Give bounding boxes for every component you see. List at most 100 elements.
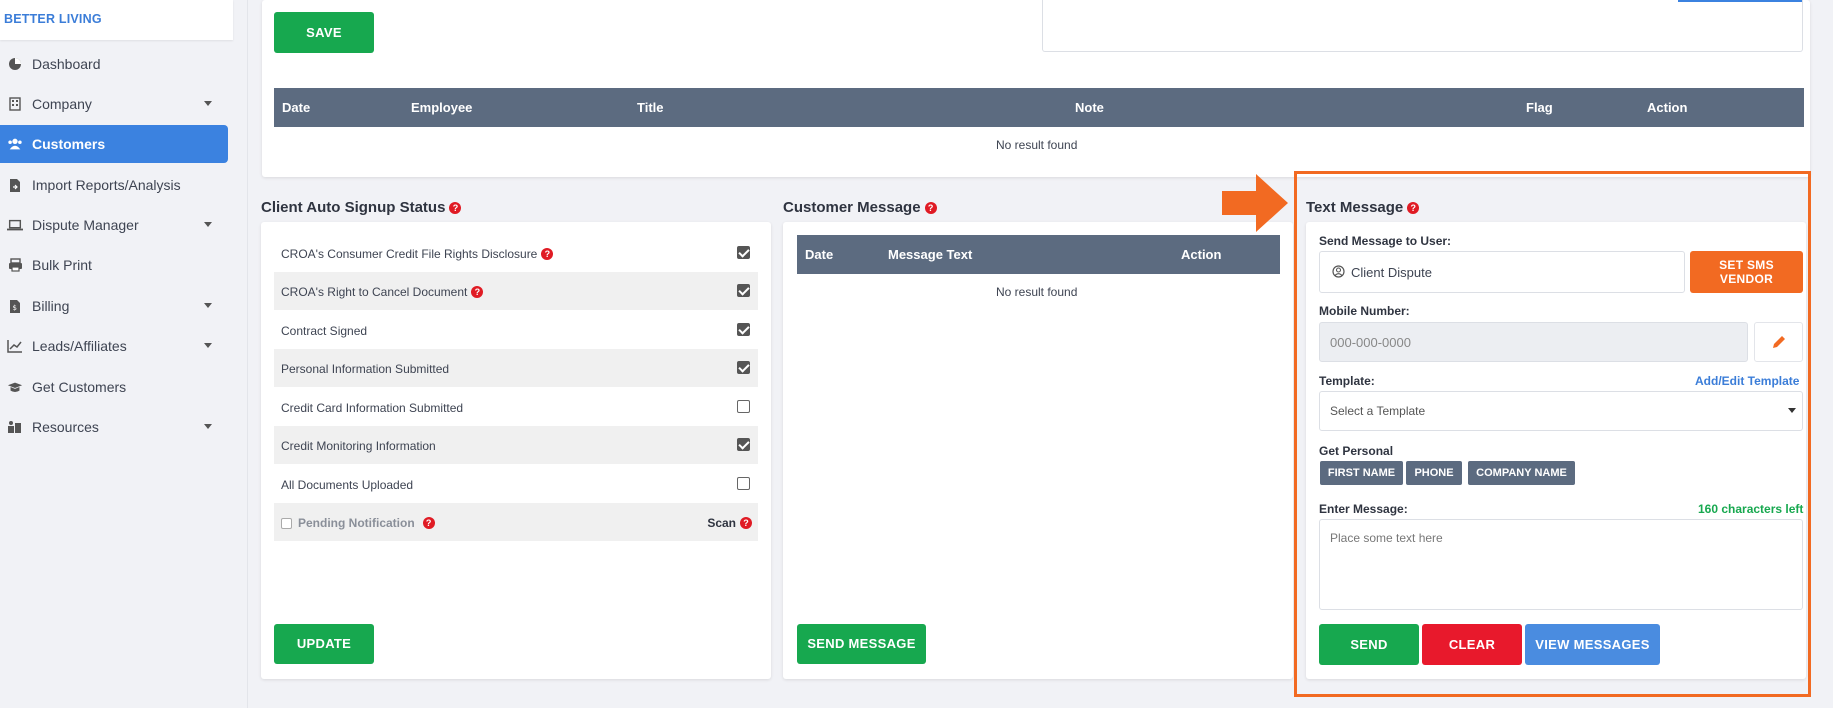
signup-checkbox[interactable] bbox=[737, 246, 750, 259]
add-edit-template-link[interactable]: Add/Edit Template bbox=[1695, 374, 1799, 388]
help-icon[interactable]: ? bbox=[740, 517, 752, 529]
message-placeholder: Place some text here bbox=[1330, 531, 1443, 545]
users-icon bbox=[7, 136, 23, 152]
col-date: Date bbox=[805, 247, 834, 262]
sidebar-item-label: Billing bbox=[32, 298, 70, 314]
template-value: Select a Template bbox=[1330, 404, 1426, 418]
note-textarea[interactable] bbox=[1042, 0, 1803, 52]
pending-label: Pending Notification bbox=[298, 516, 415, 530]
signup-row-label: All Documents Uploaded bbox=[281, 478, 414, 492]
sidebar-item-company[interactable]: Company bbox=[0, 85, 228, 123]
signup-row: CROA's Right to Cancel Document? bbox=[274, 272, 758, 310]
file-import-icon bbox=[7, 177, 23, 193]
signup-row-label: Personal Information Submitted bbox=[281, 362, 450, 376]
brand-bar: BETTER LIVING bbox=[0, 0, 233, 40]
scan-link[interactable]: Scan ? bbox=[707, 516, 752, 530]
signup-checkbox[interactable] bbox=[737, 477, 750, 490]
dashboard-icon bbox=[7, 56, 23, 72]
help-icon[interactable]: ? bbox=[1407, 201, 1420, 214]
edit-mobile-button[interactable] bbox=[1754, 322, 1803, 362]
chevron-down-icon bbox=[204, 222, 212, 227]
sidebar-item-dashboard[interactable]: Dashboard bbox=[0, 45, 228, 83]
scroll-indicator bbox=[1678, 0, 1802, 2]
pencil-icon bbox=[1772, 336, 1785, 348]
signup-checkbox[interactable] bbox=[737, 284, 750, 297]
help-icon[interactable]: ? bbox=[541, 248, 554, 260]
customer-message-empty: No result found bbox=[996, 285, 1078, 299]
send-to-select[interactable]: Client Dispute bbox=[1319, 251, 1685, 293]
notes-table-header: Date Employee Title Note Flag Action bbox=[274, 88, 1804, 127]
laptop-icon bbox=[7, 217, 23, 233]
signup-checkbox[interactable] bbox=[737, 400, 750, 413]
sidebar-item-leads-affiliates[interactable]: Leads/Affiliates bbox=[0, 327, 228, 365]
sidebar-item-label: Company bbox=[32, 96, 92, 112]
sidebar-item-label: Bulk Print bbox=[32, 257, 92, 273]
customer-message-title: Customer Message ? bbox=[783, 199, 937, 216]
signup-row: Contract Signed bbox=[274, 311, 758, 349]
col-flag: Flag bbox=[1526, 100, 1553, 115]
view-messages-button[interactable]: VIEW MESSAGES bbox=[1525, 624, 1660, 665]
sidebar-item-import-reports[interactable]: Import Reports/Analysis bbox=[0, 166, 228, 204]
signup-checkbox[interactable] bbox=[737, 323, 750, 336]
chevron-down-icon bbox=[204, 343, 212, 348]
template-select[interactable]: Select a Template bbox=[1319, 391, 1803, 431]
mobile-number-input[interactable]: 000-000-0000 bbox=[1319, 322, 1748, 362]
tag-first-name[interactable]: FIRST NAME bbox=[1320, 461, 1403, 485]
col-title: Title bbox=[637, 100, 664, 115]
col-employee: Employee bbox=[411, 100, 473, 115]
signup-row: Credit Monitoring Information bbox=[274, 426, 758, 464]
signup-row-label: Credit Monitoring Information bbox=[281, 439, 436, 453]
signup-row-label: Contract Signed bbox=[281, 324, 368, 338]
text-message-title-text: Text Message bbox=[1306, 199, 1404, 216]
mobile-label: Mobile Number: bbox=[1319, 304, 1410, 318]
send-button[interactable]: SEND bbox=[1319, 624, 1419, 665]
svg-text:$: $ bbox=[13, 304, 17, 312]
pending-checkbox[interactable] bbox=[281, 517, 292, 529]
chevron-down-icon bbox=[1788, 408, 1796, 413]
sidebar-item-get-customers[interactable]: Get Customers bbox=[0, 368, 228, 406]
tag-company-name[interactable]: COMPANY NAME bbox=[1468, 461, 1575, 485]
building-icon bbox=[7, 96, 23, 112]
save-button[interactable]: SAVE bbox=[274, 12, 374, 53]
signup-checkbox[interactable] bbox=[737, 361, 750, 374]
send-message-button[interactable]: SEND MESSAGE bbox=[797, 624, 926, 664]
help-icon[interactable]: ? bbox=[422, 517, 435, 529]
tag-phone[interactable]: PHONE bbox=[1406, 461, 1462, 485]
template-label: Template: bbox=[1319, 374, 1375, 388]
send-to-value: Client Dispute bbox=[1351, 265, 1432, 280]
sidebar-item-bulk-print[interactable]: Bulk Print bbox=[0, 246, 228, 284]
customer-message-title-text: Customer Message bbox=[783, 199, 921, 216]
chars-left-counter: 160 characters left bbox=[1698, 502, 1804, 516]
sidebar-item-label: Import Reports/Analysis bbox=[32, 177, 181, 193]
message-textarea[interactable]: Place some text here bbox=[1319, 519, 1803, 610]
signup-checkbox[interactable] bbox=[737, 438, 750, 451]
signup-row: CROA's Consumer Credit File Rights Discl… bbox=[274, 234, 758, 272]
customer-message-table-header: Date Message Text Action bbox=[797, 235, 1280, 274]
sidebar-item-dispute-manager[interactable]: Dispute Manager bbox=[0, 206, 228, 244]
brand-name: BETTER LIVING bbox=[4, 12, 102, 26]
sidebar-item-label: Dashboard bbox=[32, 56, 101, 72]
signup-row: All Documents Uploaded bbox=[274, 465, 758, 503]
sidebar-item-customers[interactable]: Customers bbox=[0, 125, 228, 163]
sidebar-item-resources[interactable]: Resources bbox=[0, 408, 228, 446]
pending-notification-row: Pending Notification ? Scan ? bbox=[274, 503, 758, 541]
update-button[interactable]: UPDATE bbox=[274, 624, 374, 664]
col-action: Action bbox=[1647, 100, 1688, 115]
sidebar-item-label: Customers bbox=[32, 136, 106, 152]
signup-row-label: CROA's Right to Cancel Document bbox=[281, 285, 468, 299]
set-sms-vendor-button[interactable]: SET SMS VENDOR bbox=[1690, 251, 1803, 293]
col-message-text: Message Text bbox=[888, 247, 973, 262]
mobile-placeholder: 000-000-0000 bbox=[1330, 335, 1411, 350]
clear-button[interactable]: CLEAR bbox=[1422, 624, 1522, 665]
sidebar-item-label: Resources bbox=[32, 419, 99, 435]
help-icon[interactable]: ? bbox=[924, 201, 937, 214]
col-date: Date bbox=[282, 100, 311, 115]
text-message-title: Text Message ? bbox=[1306, 199, 1420, 216]
sidebar-item-billing[interactable]: $ Billing bbox=[0, 287, 228, 325]
help-icon[interactable]: ? bbox=[471, 286, 484, 298]
help-icon[interactable]: ? bbox=[449, 201, 462, 214]
sidebar-item-label: Leads/Affiliates bbox=[32, 338, 127, 354]
sidebar-item-label: Dispute Manager bbox=[32, 217, 139, 233]
signup-row-label: Credit Card Information Submitted bbox=[281, 401, 464, 415]
enter-message-label: Enter Message: bbox=[1319, 502, 1408, 516]
